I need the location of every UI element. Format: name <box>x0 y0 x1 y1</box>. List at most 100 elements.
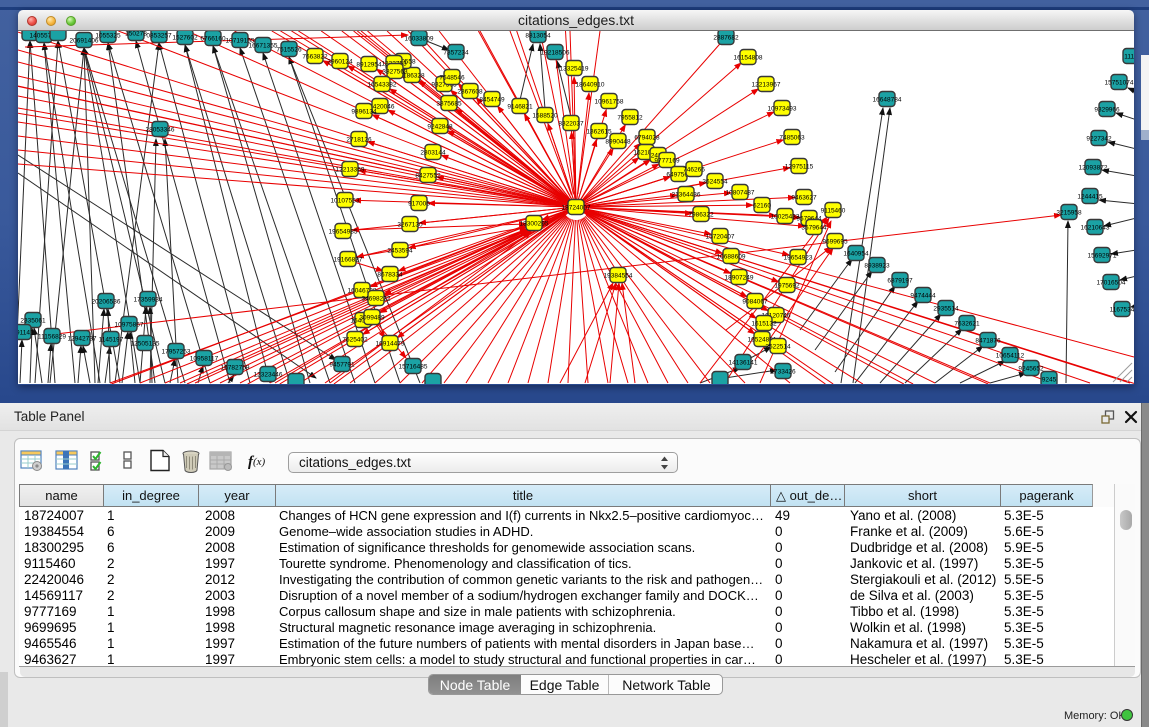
svg-text:15751074: 15751074 <box>1105 80 1134 87</box>
svg-text:1055325: 1055325 <box>95 33 121 40</box>
svg-text:1117: 1117 <box>1124 54 1134 61</box>
svg-text:9084067: 9084067 <box>742 299 768 306</box>
svg-text:9245652: 9245652 <box>1018 366 1044 373</box>
svg-text:12213967: 12213967 <box>752 82 781 89</box>
svg-text:6794028: 6794028 <box>634 135 660 142</box>
svg-text:10807487: 10807487 <box>726 190 755 197</box>
svg-text:9242848: 9242848 <box>427 124 453 131</box>
svg-text:9896134: 9896134 <box>351 109 377 116</box>
svg-text:3267130: 3267130 <box>397 222 423 229</box>
svg-text:10975867: 10975867 <box>115 322 144 329</box>
svg-text:391141: 391141 <box>18 330 34 337</box>
svg-text:12975115: 12975115 <box>785 164 814 171</box>
svg-text:18640910: 18640910 <box>576 82 605 89</box>
svg-text:1362615: 1362615 <box>586 129 612 136</box>
svg-text:9227342: 9227342 <box>1086 136 1112 143</box>
svg-text:8938923: 8938923 <box>864 263 890 270</box>
svg-text:7548546: 7548546 <box>439 75 465 82</box>
svg-text:9699695: 9699695 <box>822 239 848 246</box>
svg-text:8427552: 8427552 <box>415 173 441 180</box>
svg-text:746266: 746266 <box>683 167 705 174</box>
svg-text:(x): (x) <box>253 456 266 468</box>
svg-text:34698222: 34698222 <box>362 296 391 303</box>
svg-text:13325419: 13325419 <box>560 66 589 73</box>
svg-text:17957253: 17957253 <box>162 349 191 356</box>
svg-text:19166827: 19166827 <box>334 257 363 264</box>
svg-text:2335061: 2335061 <box>20 318 46 325</box>
svg-text:16033809: 16033809 <box>405 36 434 43</box>
svg-text:8912954: 8912954 <box>356 62 382 69</box>
svg-text:7986322: 7986322 <box>688 212 714 219</box>
svg-text:7357234: 7357234 <box>443 50 469 57</box>
svg-text:1244415: 1244415 <box>1077 194 1103 201</box>
svg-text:14136141: 14136141 <box>729 360 758 367</box>
svg-text:9463627: 9463627 <box>791 195 817 202</box>
svg-text:1640954: 1640954 <box>843 251 869 258</box>
svg-text:15692971: 15692971 <box>1088 253 1117 260</box>
svg-text:7632621: 7632621 <box>954 321 980 328</box>
svg-text:2887682: 2887682 <box>713 35 739 42</box>
svg-text:3624554: 3624554 <box>702 179 728 186</box>
svg-text:6766160: 6766160 <box>200 36 226 43</box>
svg-text:16648784: 16648784 <box>873 97 902 104</box>
svg-text:1733426: 1733426 <box>770 369 796 376</box>
svg-text:10958117: 10958117 <box>190 356 219 363</box>
svg-text:16210643: 16210643 <box>1081 225 1110 232</box>
svg-text:150278: 150278 <box>125 31 147 38</box>
svg-text:12323446: 12323446 <box>254 372 283 379</box>
svg-text:10688609: 10688609 <box>717 254 746 261</box>
svg-text:0853257: 0853257 <box>146 33 172 40</box>
svg-text:18300295: 18300295 <box>520 221 549 228</box>
svg-text:62160: 62160 <box>753 203 771 210</box>
svg-text:6879197: 6879197 <box>887 278 913 285</box>
svg-text:19384554: 19384554 <box>604 273 633 280</box>
svg-text:3960124: 3960124 <box>327 59 353 66</box>
svg-text:9474444: 9474444 <box>910 293 936 300</box>
svg-text:10107553: 10107553 <box>331 198 360 205</box>
svg-text:9457791: 9457791 <box>329 362 355 369</box>
svg-text:3875685: 3875685 <box>436 101 462 108</box>
svg-text:7625402: 7625402 <box>342 337 368 344</box>
svg-text:9245: 9245 <box>1042 377 1057 384</box>
svg-text:7663822: 7663822 <box>302 54 328 61</box>
svg-text:19654985: 19654985 <box>329 229 358 236</box>
svg-text:1527602: 1527602 <box>172 35 198 42</box>
svg-text:19654923: 19654923 <box>784 255 813 262</box>
svg-text:917006: 917006 <box>408 201 430 208</box>
svg-text:20206536: 20206536 <box>92 299 121 306</box>
svg-text:3579644: 3579644 <box>801 225 827 232</box>
svg-text:15720407: 15720407 <box>706 234 735 241</box>
svg-text:9146821: 9146821 <box>507 104 533 111</box>
svg-text:28053346: 28053346 <box>146 127 175 134</box>
svg-text:12942737: 12942737 <box>68 336 97 343</box>
svg-text:3827563: 3827563 <box>382 69 408 76</box>
svg-text:1615132: 1615132 <box>751 321 777 328</box>
svg-text:2803144: 2803144 <box>420 150 446 157</box>
svg-text:7955812: 7955812 <box>617 115 643 122</box>
svg-text:2718126: 2718126 <box>346 137 372 144</box>
svg-text:18907249: 18907249 <box>725 275 754 282</box>
svg-text:8678334: 8678334 <box>377 272 403 279</box>
svg-text:10973493: 10973493 <box>768 106 797 113</box>
svg-text:8471876: 8471876 <box>975 338 1001 345</box>
svg-text:2522514: 2522514 <box>765 344 791 351</box>
svg-text:16154808: 16154808 <box>734 55 763 62</box>
svg-text:1975692: 1975692 <box>774 283 800 290</box>
svg-text:3215958: 3215958 <box>1056 210 1082 217</box>
svg-text:8322037: 8322037 <box>558 121 584 128</box>
svg-text:10961758: 10961758 <box>595 99 624 106</box>
svg-text:16671355: 16671355 <box>249 43 278 50</box>
svg-text:15716485: 15716485 <box>399 364 428 371</box>
svg-text:2453594: 2453594 <box>387 248 413 255</box>
svg-text:9777169: 9777169 <box>654 158 680 165</box>
svg-text:19218506: 19218506 <box>541 50 570 57</box>
svg-text:12213369: 12213369 <box>336 167 365 174</box>
svg-text:11156829: 11156829 <box>38 334 66 341</box>
svg-text:2935514: 2935514 <box>933 306 959 313</box>
svg-text:17016504: 17016504 <box>1097 280 1126 287</box>
svg-text:1145197: 1145197 <box>99 337 124 344</box>
svg-text:12505135: 12505135 <box>131 341 160 348</box>
svg-text:1167534: 1167534 <box>1110 307 1134 314</box>
svg-text:17359934: 17359934 <box>134 297 163 304</box>
svg-text:21364436: 21364436 <box>672 192 701 199</box>
